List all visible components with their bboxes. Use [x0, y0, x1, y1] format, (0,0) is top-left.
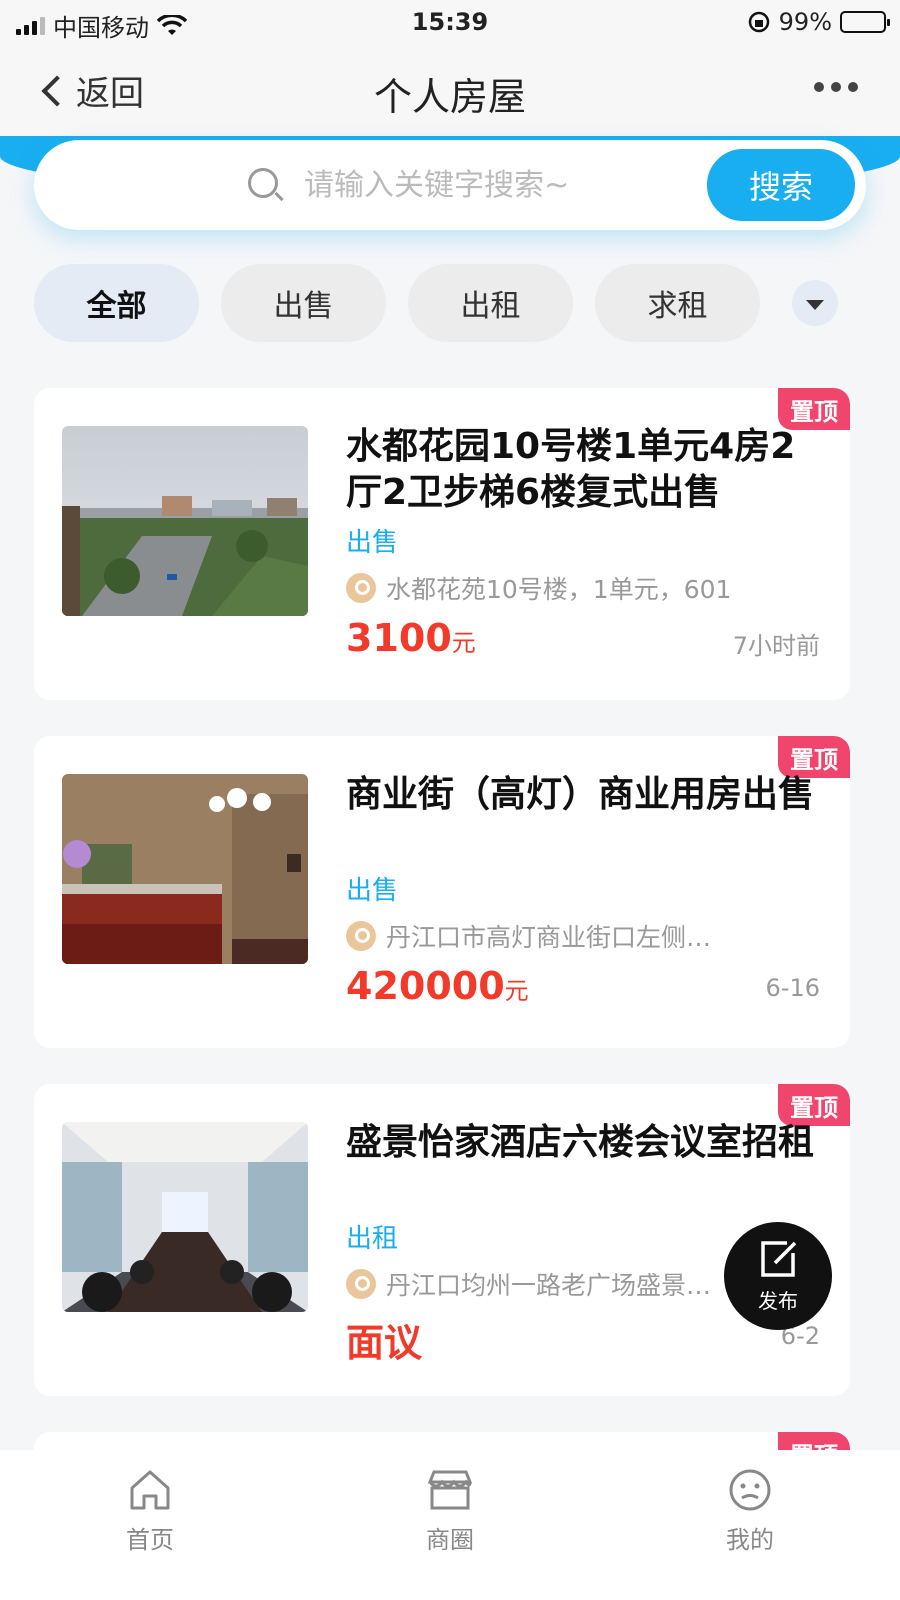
listing-title: 盛景怡家酒店六楼会议室招租 [346, 1122, 815, 1163]
address-text: 丹江口均州一路老广场盛景… [386, 1271, 712, 1300]
listing-price: 面议 [346, 1312, 422, 1367]
tabbar-item-home[interactable]: 首页 [80, 1468, 220, 1600]
caret-down-icon [806, 300, 824, 310]
listing-card[interactable]: 置顶 盛景怡家酒店六楼会议室招租 出租 丹江口均州一路老广场盛景… 面议 6-2 [34, 1084, 850, 1396]
price-unit: 元 [504, 977, 529, 1005]
price-unit: 元 [451, 629, 476, 657]
status-right: 99% [747, 8, 890, 36]
listing-type: 出售 [346, 528, 399, 558]
listing-title: 商业街（高灯）商业用房出售 [346, 774, 815, 815]
store-icon [427, 1470, 473, 1510]
tab-want-rent[interactable]: 求租 [595, 264, 760, 342]
publish-label: 发布 [758, 1288, 798, 1313]
listing-type: 出售 [346, 876, 399, 906]
search-input[interactable] [304, 160, 704, 210]
listing-card[interactable]: 置顶 商业街（高灯）商业用房出售 出售 丹江口市高灯商业街口左侧… 420000… [34, 736, 850, 1048]
tab-expand-button[interactable] [792, 280, 838, 326]
nav-bar: 返回 个人房屋 [0, 44, 900, 136]
more-dot-icon [831, 82, 841, 92]
search-area: 搜索 [0, 136, 900, 236]
listing-time: 7小时前 [732, 632, 820, 660]
page-title: 个人房屋 [373, 75, 526, 119]
listing-type: 出租 [346, 1224, 399, 1254]
edit-icon [761, 1240, 797, 1277]
listing-time: 6-16 [765, 974, 820, 1002]
filter-tabs: 全部 出售 出租 求租 [34, 264, 866, 342]
battery-percent: 99% [778, 8, 832, 36]
publish-button[interactable]: 发布 [724, 1222, 832, 1330]
tabbar-label: 我的 [726, 1526, 774, 1554]
more-dot-icon [848, 82, 858, 92]
search-box: 搜索 [34, 140, 866, 230]
search-button[interactable]: 搜索 [704, 146, 858, 224]
more-dot-icon [814, 82, 824, 92]
more-options-button[interactable] [814, 82, 858, 92]
search-icon [248, 168, 278, 198]
location-pin-icon [346, 1269, 376, 1299]
tabbar-label: 商圈 [426, 1526, 474, 1554]
orientation-lock-icon [748, 11, 769, 33]
tabbar-label: 首页 [126, 1526, 174, 1554]
listing-price: 3100元 [346, 616, 476, 660]
listing-address: 丹江口市高灯商业街口左侧… [346, 918, 826, 954]
battery-icon [840, 11, 890, 33]
tab-sale[interactable]: 出售 [221, 264, 386, 342]
bottom-tab-bar: 首页 商圈 我的 [0, 1450, 900, 1600]
address-text: 水都花苑10号楼，1单元，601 [386, 575, 732, 604]
status-bar: 中国移动 15:39 99% [0, 0, 900, 44]
tab-rent[interactable]: 出租 [408, 264, 573, 342]
tabbar-item-business[interactable]: 商圈 [380, 1468, 520, 1600]
listing-photo [62, 1122, 308, 1312]
listing-photo [62, 774, 308, 964]
listing-price: 420000元 [346, 964, 529, 1008]
location-pin-icon [346, 921, 376, 951]
tabbar-item-profile[interactable]: 我的 [680, 1468, 820, 1600]
profile-icon [729, 1469, 771, 1511]
price-value: 面议 [346, 1321, 423, 1365]
tab-all[interactable]: 全部 [34, 264, 199, 342]
listing-address: 水都花苑10号楼，1单元，601 [346, 570, 826, 606]
listing-list: 置顶 水都花园10号楼1单元4房2厅2卫步梯6楼复式出售 出售 水都花苑10号楼… [34, 388, 850, 1528]
price-value: 420000 [346, 964, 505, 1008]
listing-title: 水都花园10号楼1单元4房2厅2卫步梯6楼复式出售 [346, 426, 796, 513]
address-text: 丹江口市高灯商业街口左侧… [386, 923, 712, 952]
price-value: 3100 [346, 616, 452, 660]
listing-photo [62, 426, 308, 616]
home-icon [130, 1470, 170, 1510]
listing-card[interactable]: 置顶 水都花园10号楼1单元4房2厅2卫步梯6楼复式出售 出售 水都花苑10号楼… [34, 388, 850, 700]
location-pin-icon [346, 573, 376, 603]
